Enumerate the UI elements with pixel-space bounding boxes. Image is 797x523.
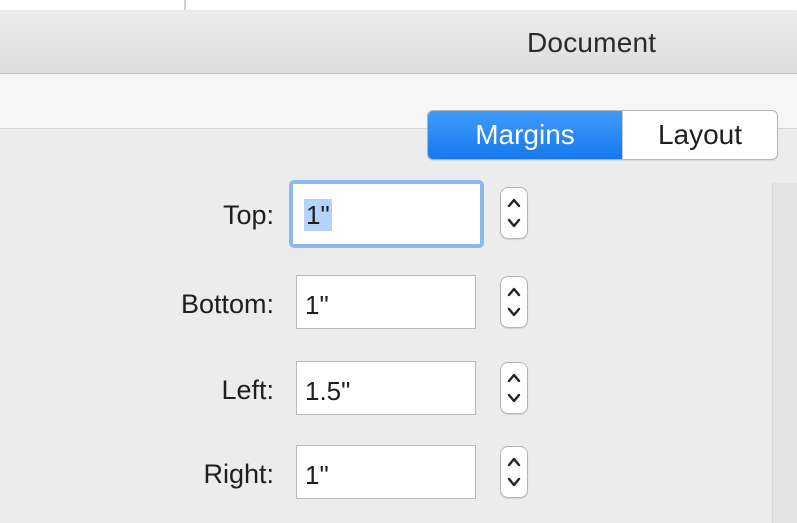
chevron-down-icon[interactable] [505,472,523,492]
bottom-margin-row: Bottom: 1" [0,275,560,335]
top-margin-row: Top: 1" [0,180,560,248]
divider [184,0,186,10]
right-margin-field[interactable]: 1" [296,445,476,499]
left-margin-row: Left: 1.5" [0,361,560,421]
chevron-up-icon[interactable] [505,368,523,388]
left-margin-field[interactable]: 1.5" [296,361,476,415]
right-margin-stepper[interactable] [500,446,528,498]
bottom-margin-stepper[interactable] [500,276,528,328]
tab-layout[interactable]: Layout [622,111,777,159]
top-margin-label: Top: [222,200,274,230]
tab-margins[interactable]: Margins [428,111,622,159]
left-margin-stepper[interactable] [500,362,528,414]
left-margin-label: Left: [221,375,274,405]
chevron-up-icon[interactable] [505,282,523,302]
top-margin-value: 1" [304,199,332,231]
bottom-margin-field[interactable]: 1" [296,275,476,329]
top-margin-field[interactable]: 1" [289,180,484,248]
right-margin-row: Right: 1" [0,445,560,505]
right-margin-label: Right: [203,459,274,489]
chevron-up-icon[interactable] [505,193,523,213]
tab-bar: Margins Layout [427,110,778,160]
side-panel [772,183,797,523]
top-margin-stepper[interactable] [500,187,528,239]
chevron-down-icon[interactable] [505,213,523,233]
top-strip [0,0,797,10]
window-title: Document [527,27,657,58]
chevron-up-icon[interactable] [505,452,523,472]
title-bar: Document [0,10,797,74]
chevron-down-icon[interactable] [505,302,523,322]
chevron-down-icon[interactable] [505,388,523,408]
bottom-margin-label: Bottom: [180,289,274,319]
